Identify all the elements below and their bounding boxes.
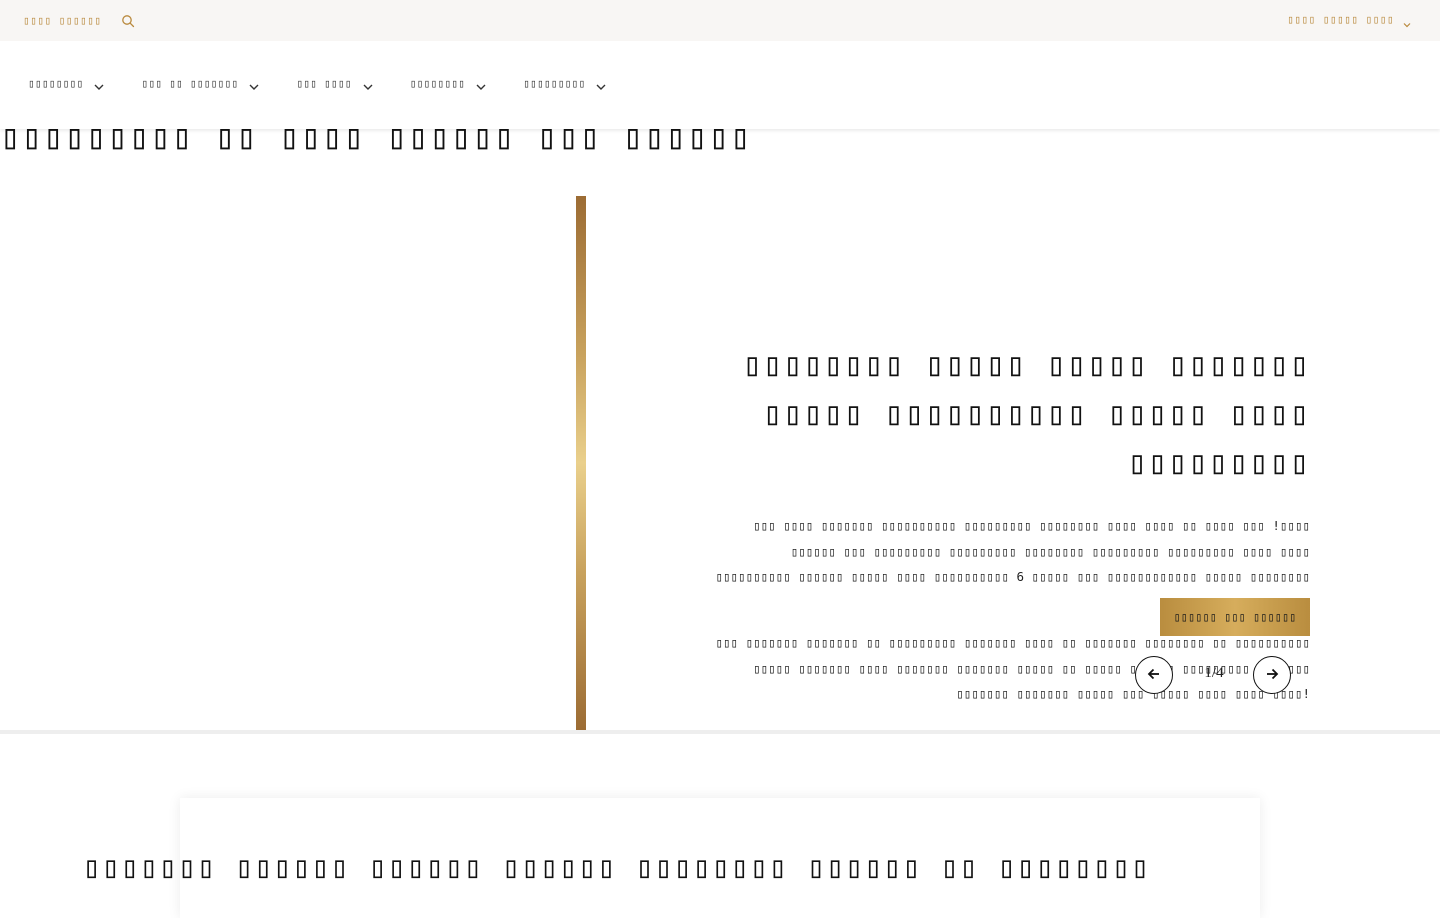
next-slide-button[interactable] [1253,656,1291,694]
hero-title-line-2: ▯▯▯▯▯ ▯▯▯▯▯▯▯▯▯▯ ▯▯▯▯▯ ▯▯▯▯ ▯▯▯▯▯▯▯▯▯ [762,394,1310,481]
nav-item-4[interactable]: ▯▯▯▯▯▯▯▯ [410,77,487,90]
previous-slide-button[interactable] [1135,656,1173,694]
hero-title-line-1: ▯▯▯▯▯▯▯▯ ▯▯▯▯▯ ▯▯▯▯▯ ▯▯▯▯▯▯▯ [742,345,1310,383]
chevron-down-icon [595,78,607,90]
slide-counter: 1/4 [1204,665,1224,681]
chevron-down-icon [475,78,487,90]
content-card: ▯▯▯▯▯▯▯ ▯▯▯▯▯▯ ▯▯▯▯▯▯ ▯▯▯▯▯▯ ▯▯▯▯▯▯▯▯ ▯▯… [83,798,1260,918]
page-title: ▯▯▯▯▯▯▯▯▯ ▯▯ ▯▯▯▯ ▯▯▯▯▯▯ ▯▯▯ ▯▯▯▯▯▯ [0,117,752,157]
arrow-left-icon [1147,667,1161,684]
card-title: ▯▯▯▯▯▯▯ ▯▯▯▯▯▯ ▯▯▯▯▯▯ ▯▯▯▯▯▯ ▯▯▯▯▯▯▯▯ ▯▯… [82,850,1150,885]
chevron-down-icon [1402,15,1412,27]
nav-item-1[interactable]: ▯▯▯▯▯▯▯▯ [28,77,105,90]
hero-content: ▯▯▯▯▯▯▯▯ ▯▯▯▯▯ ▯▯▯▯▯ ▯▯▯▯▯▯▯ ▯▯▯▯▯ ▯▯▯▯▯… [710,340,1310,707]
language-selector[interactable]: ▯▯▯▯ ▯▯▯▯▯ ▯▯▯▯ [1287,13,1412,27]
section-divider [0,730,1440,734]
nav-item-2[interactable]: ▯▯▯ ▯▯ ▯▯▯▯▯▯▯ [141,77,260,90]
nav-item-5[interactable]: ▯▯▯▯▯▯▯▯▯ [523,77,607,90]
decorative-gold-bar [576,196,586,730]
cta-button[interactable]: ▯▯▯▯▯▯ ▯▯▯ ▯▯▯▯▯▯ [1160,598,1310,636]
main-navigation: ▯▯▯▯▯▯▯▯ ▯▯▯ ▯▯ ▯▯▯▯▯▯▯ ▯▯▯ ▯▯▯▯ ▯▯▯▯▯▯▯… [0,41,1440,129]
search-icon[interactable] [121,13,135,28]
nav-item-label: ▯▯▯▯▯▯▯▯▯ [523,77,586,90]
language-label: ▯▯▯▯ ▯▯▯▯▯ ▯▯▯▯ [1287,13,1394,26]
slider-pager: 1/4 [1135,656,1293,696]
chevron-down-icon [93,78,105,90]
nav-item-label: ▯▯▯▯▯▯▯▯ [409,77,466,90]
chevron-down-icon [362,78,374,90]
chevron-down-icon [248,78,260,90]
nav-item-label: ▯▯▯ ▯▯▯▯ [296,77,352,90]
arrow-right-icon [1265,667,1279,684]
hero-title: ▯▯▯▯▯▯▯▯ ▯▯▯▯▯ ▯▯▯▯▯ ▯▯▯▯▯▯▯ ▯▯▯▯▯ ▯▯▯▯▯… [710,340,1310,487]
search-label: ▯▯▯▯ ▯▯▯▯▯▯ [23,13,102,27]
search-trigger[interactable]: ▯▯▯▯ ▯▯▯▯▯▯ [23,13,135,28]
nav-item-3[interactable]: ▯▯▯ ▯▯▯▯ [296,77,373,90]
nav-item-label: ▯▯▯ ▯▯ ▯▯▯▯▯▯▯ [141,77,239,90]
nav-item-label: ▯▯▯▯▯▯▯▯ [28,77,84,90]
top-utility-bar: ▯▯▯▯ ▯▯▯▯▯▯ ▯▯▯▯ ▯▯▯▯▯ ▯▯▯▯ [0,0,1440,41]
